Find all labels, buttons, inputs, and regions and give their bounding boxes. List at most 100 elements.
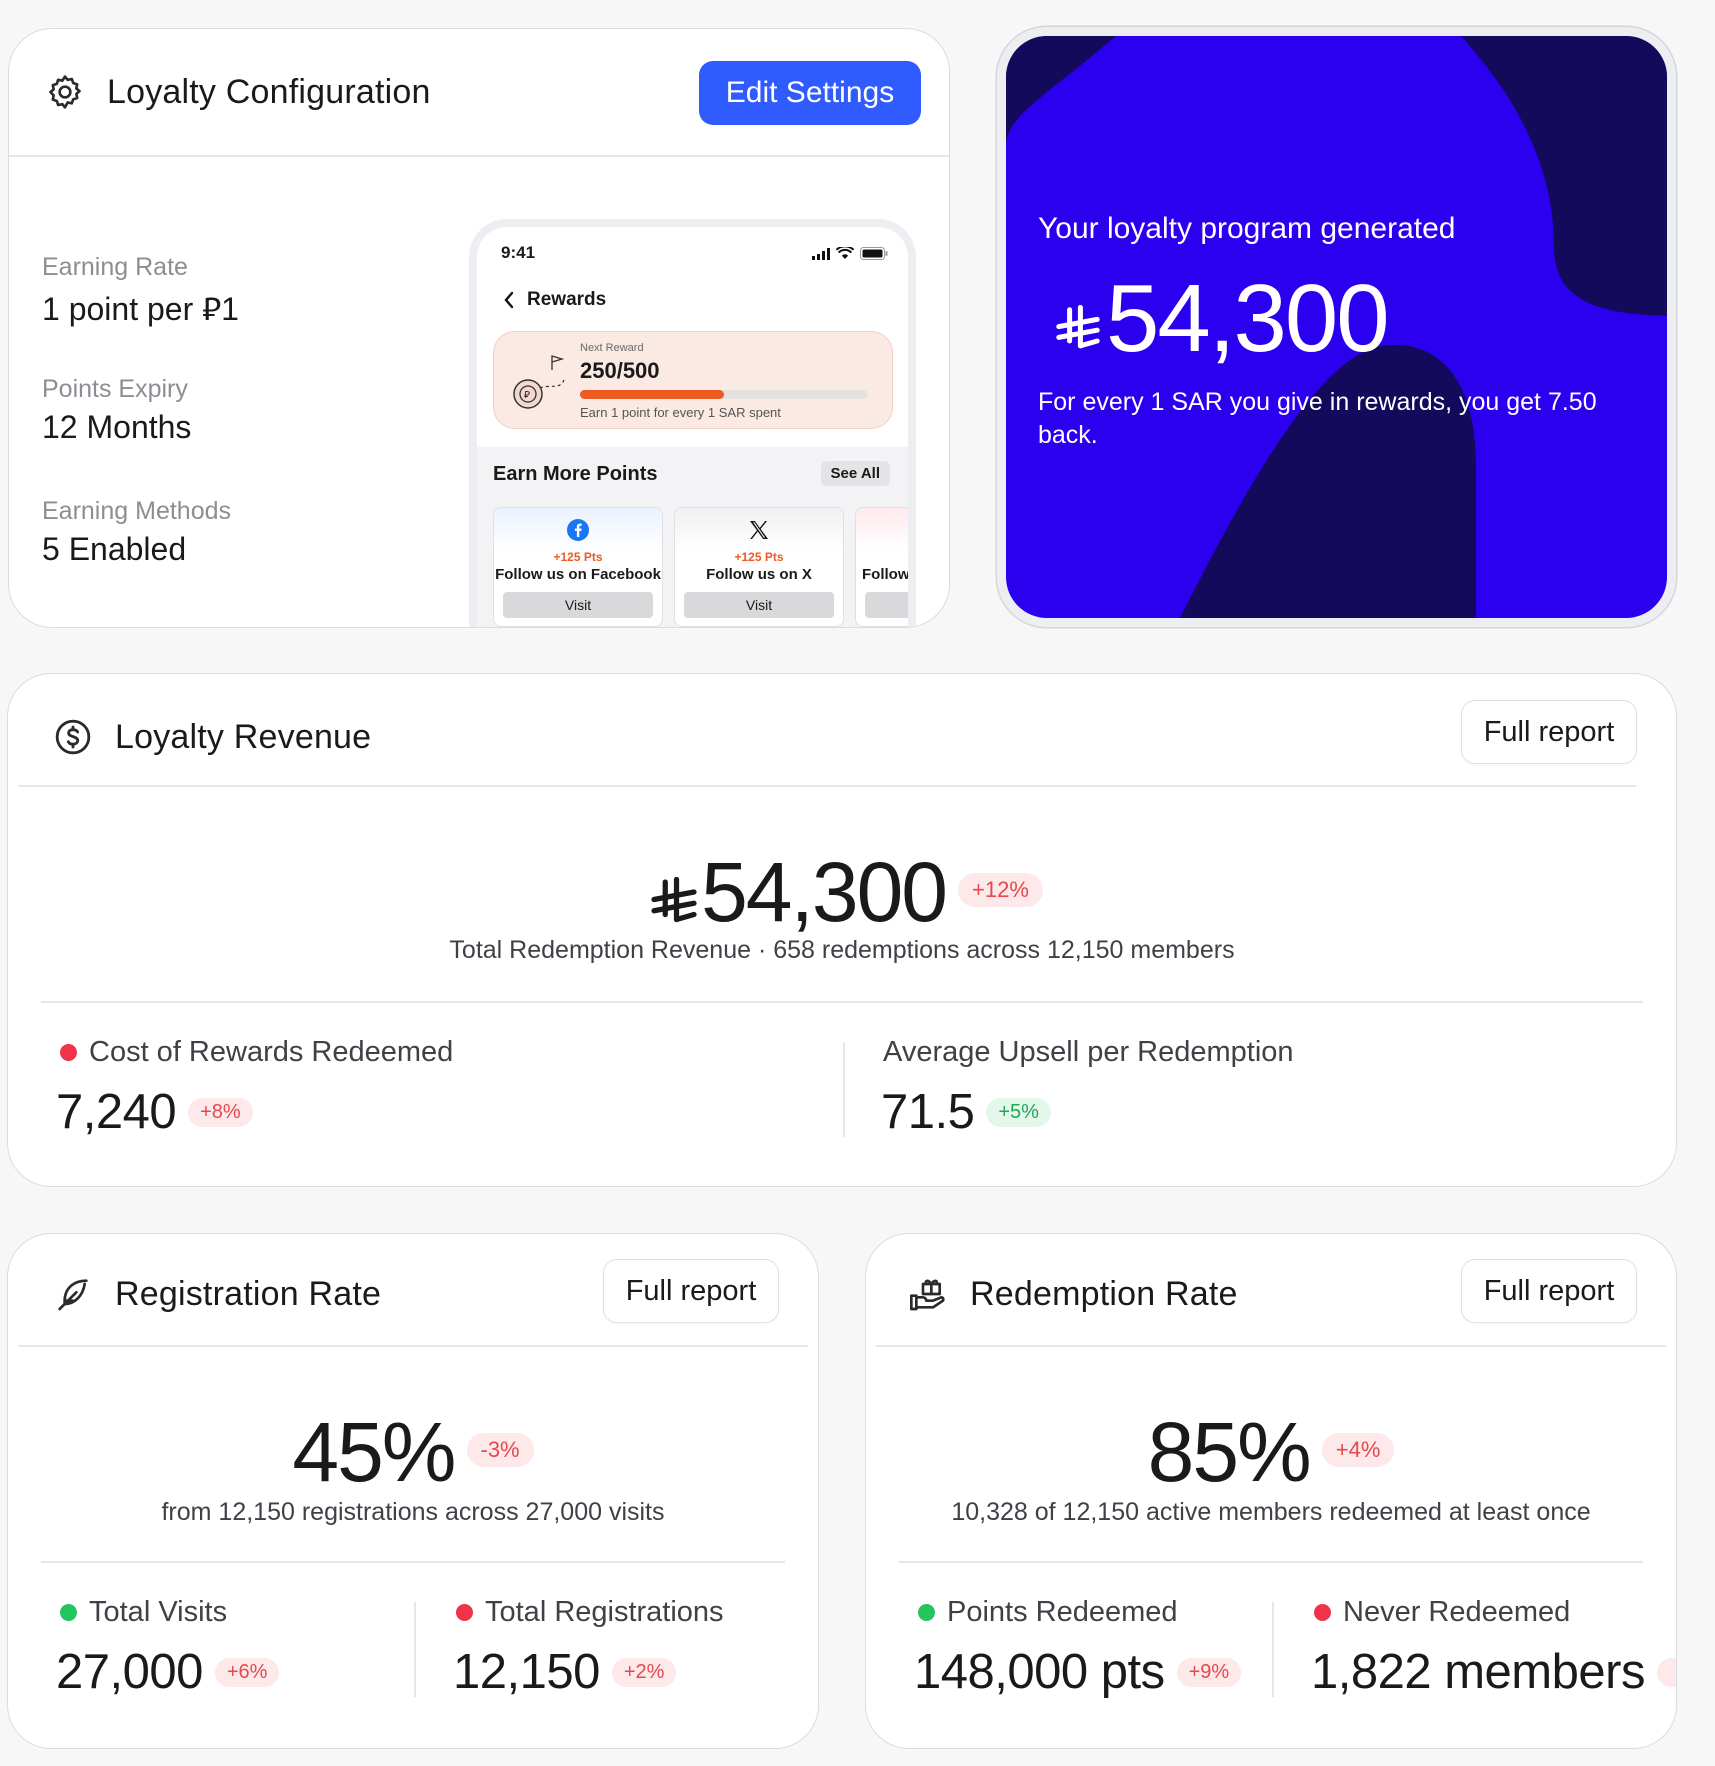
points-expiry-value: 12 Months [42, 409, 192, 445]
section-divider [41, 1001, 1643, 1003]
earn-tile-partial[interactable]: Follow [855, 507, 910, 627]
next-reward-kicker: Next Reward [580, 342, 644, 354]
facebook-icon [494, 518, 662, 542]
earn-tile-facebook[interactable]: +125 Pts Follow us on Facebook Visit [493, 507, 663, 627]
registration-value-row: 45% -3% [8, 1404, 818, 1501]
full-report-button[interactable]: Full report [1461, 1259, 1637, 1323]
redemption-caption: 10,328 of 12,150 active members redeemed… [951, 1498, 1591, 1526]
earn-tile-x[interactable]: +125 Pts Follow us on X Visit [674, 507, 844, 627]
promo-subtitle: For every 1 SAR you give in rewards, you… [1038, 388, 1597, 449]
never-redeemed-label: Never Redeemed [1314, 1596, 1570, 1629]
card-title: Loyalty Revenue [115, 717, 372, 756]
cost-of-rewards-value: 7,240 +8% [56, 1084, 253, 1140]
loyalty-configuration-card: Loyalty Configuration Edit Settings Earn… [8, 28, 950, 628]
phone-time: 9:41 [501, 243, 536, 262]
card-title: Loyalty Configuration [107, 72, 431, 111]
dashboard: Loyalty Configuration Edit Settings Earn… [0, 0, 1715, 1766]
visit-button[interactable] [865, 592, 908, 618]
card-title: Registration Rate [115, 1274, 382, 1313]
riyal-icon [1056, 305, 1100, 349]
stat-change-badge-partial [1656, 1657, 1676, 1687]
green-dot [60, 1604, 77, 1621]
earn-more-title: Earn More Points [493, 463, 658, 485]
next-reward-card: ⃁ Next Reward 250/500 Earn 1 point for e… [493, 331, 893, 429]
phone-preview: 9:41 Rewards ⃁ Next Reward 250/50 [469, 219, 916, 627]
cost-of-rewards-label: Cost of Rewards Redeemed [60, 1036, 453, 1069]
stat-value-text: 27,000 [56, 1645, 203, 1699]
total-registrations-value: 12,150 +2% [453, 1644, 677, 1700]
average-upsell-value: 71.5 +5% [881, 1084, 1051, 1140]
promo-kicker: Your loyalty program generated [1038, 212, 1456, 245]
signal-icon [812, 247, 830, 260]
battery-icon [860, 247, 888, 260]
tile-points: +125 Pts [734, 550, 784, 564]
tile-header [856, 508, 908, 550]
loyalty-revenue-card: Loyalty Revenue Full report 54,300 +12% … [7, 673, 1677, 1187]
stat-label-text: Never Redeemed [1343, 1596, 1571, 1628]
earning-rate-value: 1 point per ⃁1 [42, 291, 239, 327]
full-report-button[interactable]: Full report [1461, 700, 1637, 764]
wifi-icon [836, 247, 854, 259]
next-reward-sub: Earn 1 point for every 1 SAR spent [580, 405, 781, 420]
revenue-caption: Total Redemption Revenue · 658 redemptio… [449, 936, 1235, 964]
stat-value-text: 148,000 pts [914, 1645, 1165, 1699]
earning-methods-value: 5 Enabled [42, 531, 187, 567]
stat-separator [843, 1042, 845, 1137]
revenue-amount-row: 54,300 +12% [8, 844, 1676, 941]
card-header: Loyalty Revenue [8, 674, 1676, 800]
stat-separator [1272, 1602, 1274, 1697]
registration-caption: from 12,150 registrations across 27,000 … [161, 1498, 665, 1526]
stat-value-text: 7,240 [56, 1085, 177, 1139]
next-reward-progress [580, 390, 868, 399]
average-upsell-label: Average Upsell per Redemption [883, 1036, 1294, 1069]
visit-button[interactable]: Visit [684, 592, 834, 618]
stat-label-text: Cost of Rewards Redeemed [89, 1036, 454, 1068]
tile-label: Follow us on X [706, 566, 812, 583]
points-expiry-label: Points Expiry [42, 375, 188, 403]
redemption-change-badge: +4% [1321, 1432, 1395, 1467]
revenue-amount: 54,300 [649, 844, 948, 941]
stat-change-badge: +6% [214, 1657, 280, 1687]
coin-map-icon: ⃁ [513, 355, 565, 409]
riyal-icon [651, 876, 697, 922]
next-reward-progress-fill [580, 390, 724, 399]
stat-label-text: Total Visits [89, 1596, 228, 1628]
redemption-value-row: 85% +4% [866, 1404, 1676, 1501]
red-dot [456, 1604, 473, 1621]
stat-value-text: 1,822 members [1311, 1645, 1645, 1699]
header-divider [9, 155, 949, 157]
edit-settings-button[interactable]: Edit Settings [699, 61, 921, 125]
points-redeemed-value: 148,000 pts +9% [914, 1644, 1242, 1700]
tile-label: Follow us on Facebook [495, 566, 661, 583]
dollar-circle-icon [53, 717, 93, 757]
stat-change-badge: +9% [1176, 1657, 1242, 1687]
header-divider [18, 785, 1636, 787]
stat-change-badge: +5% [986, 1097, 1051, 1127]
header-divider [18, 1345, 808, 1347]
red-dot [1314, 1604, 1331, 1621]
svg-text:⃁: ⃁ [524, 390, 530, 401]
tile-label: Follow [862, 566, 910, 583]
stat-label-text: Total Registrations [485, 1596, 724, 1628]
registration-rate-card: Registration Rate Full report 45% -3% fr… [7, 1233, 819, 1749]
redemption-value: 85% [1147, 1405, 1312, 1499]
total-visits-value: 27,000 +6% [56, 1644, 280, 1700]
red-dot [60, 1044, 77, 1061]
promo-amount-value: 54,300 [1106, 265, 1390, 372]
total-visits-label: Total Visits [60, 1596, 227, 1629]
redemption-rate-card: Redemption Rate Full report 85% +4% 10,3… [865, 1233, 1677, 1749]
revenue-amount-value: 54,300 [701, 845, 948, 939]
rewards-back-link[interactable]: Rewards [503, 289, 606, 311]
card-title: Redemption Rate [970, 1274, 1238, 1313]
gear-icon [45, 72, 85, 112]
full-report-button[interactable]: Full report [603, 1259, 779, 1323]
earning-methods-label: Earning Methods [42, 497, 232, 525]
loyalty-generated-promo: Your loyalty program generated 54,300 Fo… [997, 27, 1676, 627]
next-reward-value: 250/500 [580, 358, 660, 383]
points-redeemed-label: Points Redeemed [918, 1596, 1178, 1629]
see-all-button[interactable]: See All [820, 461, 890, 486]
phone-status-icons [812, 247, 888, 260]
visit-button[interactable]: Visit [503, 592, 653, 618]
earn-more-section: Earn More Points See All +125 Pts Follow… [477, 447, 908, 627]
stat-label-text: Points Redeemed [947, 1596, 1178, 1628]
